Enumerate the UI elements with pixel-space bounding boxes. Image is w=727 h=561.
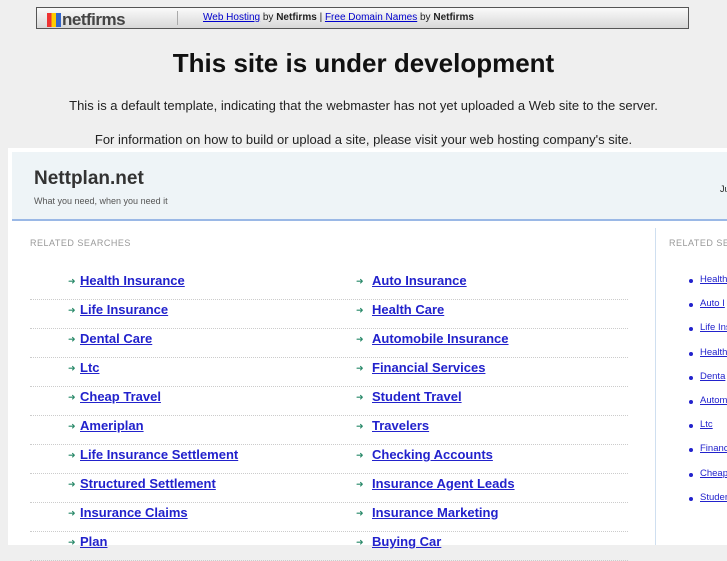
search-link[interactable]: Insurance Agent Leads <box>372 476 515 491</box>
bullet-icon <box>689 400 693 404</box>
banner-links: Web Hosting by Netfirms | Free Domain Na… <box>203 12 474 23</box>
site-name[interactable]: Nettplan.net <box>34 168 144 190</box>
related-searches-label: RELATED SEARCHES <box>30 238 131 248</box>
search-link[interactable]: Financial Services <box>372 360 485 375</box>
sidebar-search-link[interactable]: Cheap <box>700 468 727 479</box>
table-row: ➜ Plan ➜ Buying Car <box>30 531 628 561</box>
arrow-icon: ➜ <box>68 421 76 431</box>
arrow-icon: ➜ <box>356 334 364 344</box>
search-link[interactable]: Health Care <box>372 302 444 317</box>
separator: | <box>319 12 323 23</box>
search-link[interactable]: Buying Car <box>372 534 441 549</box>
search-link[interactable]: Dental Care <box>80 331 152 346</box>
arrow-icon: ➜ <box>356 421 364 431</box>
sidebar-search-link[interactable]: Health <box>700 347 727 358</box>
arrow-icon: ➜ <box>356 363 364 373</box>
by-text: by <box>262 12 274 23</box>
parked-page-frame: Nettplan.net What you need, when you nee… <box>8 148 727 561</box>
search-link[interactable]: Insurance Marketing <box>372 505 498 520</box>
search-link[interactable]: Life Insurance Settlement <box>80 447 238 462</box>
search-link[interactable]: Health Insurance <box>80 273 185 288</box>
sidebar-search-link[interactable]: Denta <box>700 371 725 382</box>
arrow-icon: ➜ <box>68 479 76 489</box>
arrow-icon: ➜ <box>356 537 364 547</box>
arrow-icon: ➜ <box>68 508 76 518</box>
header-right-text: Ju <box>720 184 727 194</box>
related-searches-label-right: RELATED SE <box>669 238 727 248</box>
table-row: ➜ Life Insurance Settlement ➜ Checking Acco… <box>30 444 628 474</box>
sidebar-search-link[interactable]: Ltc <box>700 419 713 430</box>
table-row: ➜ Ameriplan ➜ Travelers <box>30 415 628 445</box>
arrow-icon: ➜ <box>68 334 76 344</box>
column-divider <box>655 228 656 545</box>
arrow-icon: ➜ <box>68 363 76 373</box>
search-link[interactable]: Plan <box>80 534 107 549</box>
search-link[interactable]: Ltc <box>80 360 100 375</box>
search-link[interactable]: Checking Accounts <box>372 447 493 462</box>
sidebar-search-link[interactable]: Auto I <box>700 298 725 309</box>
bullet-icon <box>689 303 693 308</box>
table-row: ➜ Structured Settlement ➜ Insurance Agent L… <box>30 473 628 503</box>
sidebar-search-link[interactable]: Autom <box>700 395 727 406</box>
arrow-icon: ➜ <box>356 508 364 518</box>
arrow-icon: ➜ <box>68 276 76 286</box>
netfirms-banner: netfirms Web Hosting by Netfirms | Free … <box>36 7 689 29</box>
intro-text: This is a default template, indicating t… <box>69 98 658 113</box>
search-link[interactable]: Life Insurance <box>80 302 168 317</box>
bullet-icon <box>689 351 693 356</box>
netfirms-logo[interactable]: netfirms <box>47 10 126 30</box>
arrow-icon: ➜ <box>68 305 76 315</box>
bullet-icon <box>689 279 693 283</box>
netfirms-flag-icon <box>47 13 61 27</box>
table-row: ➜ Insurance Claims ➜ Insurance Marketing <box>30 502 628 532</box>
sidebar-search-link[interactable]: Life Ins <box>700 322 727 333</box>
search-link[interactable]: Cheap Travel <box>80 389 161 404</box>
search-link[interactable]: Structured Settlement <box>80 476 216 491</box>
web-hosting-link[interactable]: Web Hosting <box>203 12 260 23</box>
arrow-icon: ➜ <box>356 276 364 286</box>
page-title: This site is under development <box>172 48 555 78</box>
sidebar-search-link[interactable]: Health <box>700 274 727 285</box>
search-link[interactable]: Automobile Insurance <box>372 331 509 346</box>
bullet-icon <box>689 424 693 429</box>
search-link[interactable]: Student Travel <box>372 389 462 404</box>
site-tagline: What you need, when you need it <box>34 196 168 206</box>
arrow-icon: ➜ <box>68 450 76 460</box>
brand-text: Netfirms <box>433 12 474 23</box>
arrow-icon: ➜ <box>356 479 364 489</box>
arrow-icon: ➜ <box>356 305 364 315</box>
search-link[interactable]: Auto Insurance <box>372 273 467 288</box>
free-domain-names-link[interactable]: Free Domain Names <box>325 12 417 23</box>
arrow-icon: ➜ <box>356 450 364 460</box>
search-link[interactable]: Ameriplan <box>80 418 144 433</box>
site-header: Nettplan.net What you need, when you nee… <box>12 152 727 221</box>
table-row: ➜ Life Insurance ➜ Health Care <box>30 299 628 329</box>
bullet-icon <box>689 496 693 501</box>
search-link[interactable]: Insurance Claims <box>80 505 188 520</box>
table-row: ➜ Cheap Travel ➜ Student Travel <box>30 386 628 416</box>
sidebar-search-link[interactable]: Financ <box>700 443 727 454</box>
arrow-icon: ➜ <box>356 392 364 402</box>
table-row: ➜ Health Insurance ➜ Auto Insurance <box>30 270 628 300</box>
by-text: by <box>420 12 431 23</box>
sidebar-search-link[interactable]: Studer <box>700 492 727 503</box>
brand-text: Netfirms <box>276 12 317 23</box>
bullet-icon <box>689 375 693 380</box>
search-link[interactable]: Travelers <box>372 418 429 433</box>
info-text: For information on how to build or uploa… <box>94 132 633 147</box>
bullet-icon <box>689 327 693 332</box>
table-row: ➜ Ltc ➜ Financial Services <box>30 357 628 387</box>
arrow-icon: ➜ <box>68 392 76 402</box>
divider <box>177 11 178 25</box>
bullet-icon <box>689 472 693 477</box>
table-row: ➜ Dental Care ➜ Automobile Insurance <box>30 328 628 358</box>
arrow-icon: ➜ <box>68 537 76 547</box>
bullet-icon <box>689 448 693 453</box>
